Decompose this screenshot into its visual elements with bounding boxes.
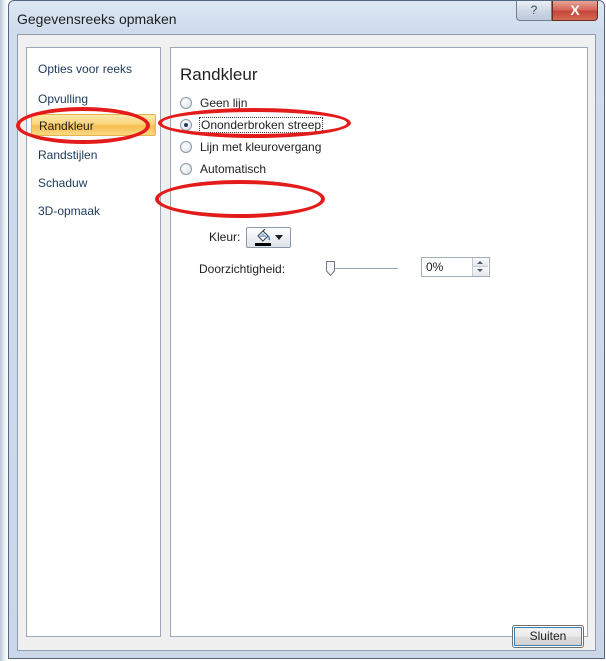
title-bar[interactable]: Gegevensreeks opmaken ? X [9, 1, 604, 34]
nav-item-series-options[interactable]: Opties voor reeks [31, 58, 156, 80]
paint-bucket-icon [254, 228, 271, 246]
transparency-slider[interactable] [326, 261, 398, 277]
chevron-down-icon [274, 234, 283, 240]
close-button[interactable]: Sluiten [512, 625, 584, 648]
border-color-panel: Randkleur Geen lijn Ononderbroken streep… [170, 47, 588, 637]
nav-item-fill[interactable]: Opvulling [31, 88, 156, 110]
nav-item-border-styles[interactable]: Randstijlen [31, 144, 156, 166]
current-color-swatch [254, 242, 271, 246]
title-buttons: ? X [516, 1, 598, 23]
color-label: Kleur: [209, 230, 241, 244]
color-row: Kleur: [209, 226, 292, 248]
transparency-value[interactable]: 0% [426, 260, 443, 274]
format-series-dialog: Gegevensreeks opmaken ? X Opties voor re… [8, 0, 605, 659]
radio-button[interactable] [180, 141, 192, 153]
dialog-body: Opties voor reeks Opvulling Randkleur Ra… [17, 34, 596, 651]
section-heading: Randkleur [180, 65, 258, 84]
radio-label: Automatisch [200, 162, 267, 176]
radio-label: Ononderbroken streep [198, 117, 324, 133]
radio-button-checked[interactable] [180, 119, 192, 131]
spin-down-button[interactable] [473, 267, 488, 276]
radio-solid-line[interactable]: Ononderbroken streep [180, 116, 324, 134]
spinner-buttons [472, 258, 489, 276]
radio-label: Lijn met kleurovergang [200, 140, 322, 154]
radio-button[interactable] [180, 97, 192, 109]
radio-label: Geen lijn [200, 96, 248, 110]
transparency-spinner[interactable]: 0% [421, 257, 490, 277]
help-button[interactable]: ? [516, 1, 552, 21]
nav-item-shadow[interactable]: Schaduw [31, 172, 156, 194]
radio-gradient-line[interactable]: Lijn met kleurovergang [180, 138, 321, 156]
category-list: Opties voor reeks Opvulling Randkleur Ra… [26, 47, 161, 637]
slider-track [328, 268, 398, 270]
nav-item-border-color[interactable]: Randkleur [31, 114, 156, 136]
slider-thumb[interactable] [326, 261, 335, 276]
transparency-label: Doorzichtigheid: [199, 262, 286, 276]
transparency-row: Doorzichtigheid: [199, 258, 285, 280]
paint-bucket-glyph [257, 228, 270, 242]
radio-button[interactable] [180, 163, 192, 175]
nav-item-3d-format[interactable]: 3D-opmaak [31, 200, 156, 222]
color-picker-button[interactable] [246, 226, 292, 248]
radio-automatic[interactable]: Automatisch [180, 160, 266, 178]
close-window-button[interactable]: X [552, 1, 598, 21]
screen: Gegevensreeks opmaken ? X Opties voor re… [0, 0, 606, 661]
window-title: Gegevensreeks opmaken [17, 11, 177, 27]
spin-up-button[interactable] [473, 258, 488, 267]
radio-no-line[interactable]: Geen lijn [180, 94, 247, 112]
